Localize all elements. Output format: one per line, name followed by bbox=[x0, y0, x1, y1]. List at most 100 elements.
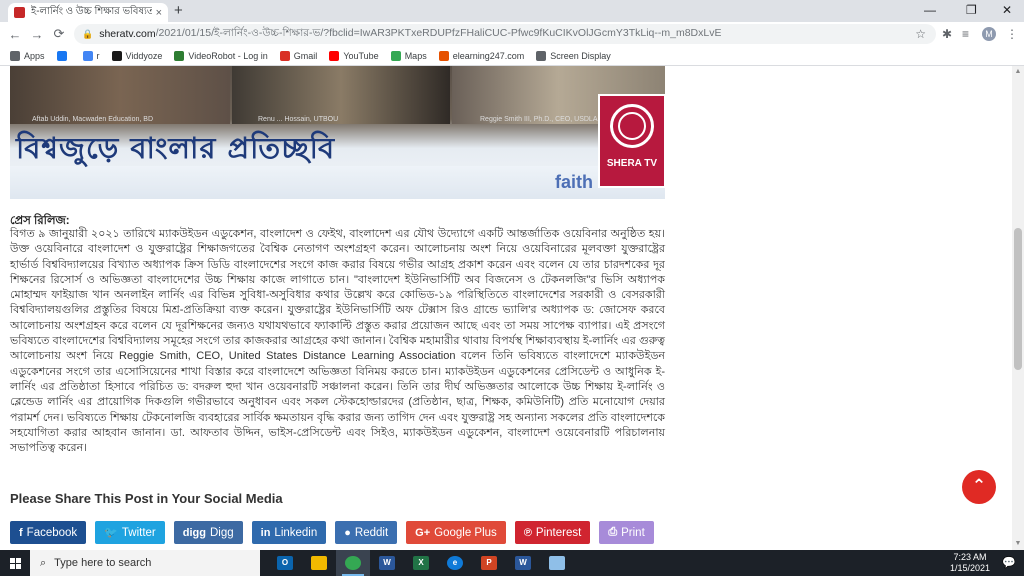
taskbar-app[interactable] bbox=[302, 550, 336, 576]
notification-icon[interactable]: 💬 bbox=[1002, 556, 1016, 569]
taskbar-app[interactable]: P bbox=[472, 550, 506, 576]
reading-list-icon[interactable]: ≡ bbox=[962, 27, 969, 41]
video-caption-1: Aftab Uddin, Macwaden Education, BD bbox=[32, 116, 154, 123]
extensions-icon[interactable]: ✱ bbox=[942, 27, 952, 41]
browser-toolbar: ← → ⟳ 🔒 sheratv.com /2021/01/15/ই-লার্নি… bbox=[0, 22, 1024, 46]
share-digg-button[interactable]: digg Digg bbox=[173, 521, 243, 544]
taskbar-app[interactable]: X bbox=[404, 550, 438, 576]
file-explorer-icon bbox=[311, 556, 327, 570]
bookmark-label: r bbox=[96, 50, 100, 61]
bookmark-favicon-icon bbox=[174, 50, 185, 61]
tab-title: ই-লার্নিং ও উচ্চ শিক্ষার ভবিষ্যত - S bbox=[31, 6, 152, 17]
share-pinterest-button[interactable]: ℗ Pinterest bbox=[514, 521, 591, 544]
url-host: sheratv.com bbox=[99, 28, 156, 40]
new-tab-button[interactable]: + bbox=[174, 2, 183, 19]
linkedin-icon: in bbox=[260, 526, 271, 539]
bookmark-item[interactable]: Screen Display bbox=[536, 50, 611, 61]
bookmark-item[interactable] bbox=[56, 50, 71, 61]
faith-watermark: faith bbox=[555, 172, 593, 192]
menu-kebab-icon[interactable]: ⋮ bbox=[1006, 27, 1018, 41]
google-plus-icon: G+ bbox=[415, 526, 431, 539]
bookmark-favicon-icon bbox=[56, 50, 67, 61]
start-button[interactable] bbox=[0, 550, 30, 576]
excel-icon: X bbox=[413, 556, 429, 570]
bookmark-label: YouTube bbox=[343, 50, 379, 61]
taskbar-search[interactable]: ⌕ Type here to search bbox=[30, 550, 260, 576]
share-label: Twitter bbox=[121, 526, 156, 539]
article-body: বিগত ৯ জানুয়ারী ২০২১ তারিখে ম্যাকউইডন এ… bbox=[10, 228, 665, 455]
taskbar-app[interactable]: W bbox=[370, 550, 404, 576]
powerpoint-icon: P bbox=[481, 556, 497, 570]
paint-icon bbox=[549, 556, 565, 570]
bookmark-favicon-icon bbox=[536, 50, 547, 61]
url-path: /2021/01/15/ই-লার্নিং-ও-উচ্চ-শিক্ষার-ভ/?… bbox=[155, 26, 722, 39]
page-content: Aftab Uddin, Macwaden Education, BD Renu… bbox=[0, 66, 1012, 550]
share-twitter-button[interactable]: 🐦 Twitter bbox=[95, 521, 165, 544]
close-window-button[interactable]: ✕ bbox=[1002, 3, 1012, 17]
share-label: Reddit bbox=[354, 526, 389, 539]
back-button[interactable]: ← bbox=[4, 27, 26, 42]
reload-button[interactable]: ⟳ bbox=[48, 26, 70, 42]
bookmark-item[interactable]: YouTube bbox=[329, 50, 379, 61]
scroll-to-top-button[interactable]: ⌃ bbox=[962, 470, 996, 504]
taskbar-app[interactable]: W bbox=[506, 550, 540, 576]
taskbar-app[interactable] bbox=[540, 550, 574, 576]
taskbar-app[interactable]: e bbox=[438, 550, 472, 576]
hero-image: Aftab Uddin, Macwaden Education, BD Renu… bbox=[10, 66, 665, 199]
twitter-icon: 🐦 bbox=[104, 527, 118, 539]
bookmark-favicon-icon bbox=[82, 50, 93, 61]
bookmark-item[interactable]: VideoRobot - Log in bbox=[174, 50, 268, 61]
bookmark-item[interactable]: Apps bbox=[10, 50, 45, 61]
scroll-up-arrow-icon[interactable]: ▲ bbox=[1012, 66, 1024, 78]
bookmark-item[interactable]: Maps bbox=[390, 50, 427, 61]
bookmark-item[interactable]: Gmail bbox=[279, 50, 317, 61]
word-icon: W bbox=[379, 556, 395, 570]
bookmark-star-icon[interactable]: ☆ bbox=[915, 27, 926, 41]
bookmark-item[interactable]: elearning247.com bbox=[438, 50, 524, 61]
bookmark-label: VideoRobot - Log in bbox=[188, 50, 268, 61]
taskbar-app[interactable]: O bbox=[268, 550, 302, 576]
search-placeholder: Type here to search bbox=[54, 557, 152, 569]
browser-tab[interactable]: ই-লার্নিং ও উচ্চ শিক্ষার ভবিষ্যত - S × bbox=[8, 3, 168, 22]
bookmark-item[interactable]: Viddyoze bbox=[111, 50, 163, 61]
forward-button[interactable]: → bbox=[26, 27, 48, 42]
minimize-button[interactable]: — bbox=[924, 3, 936, 17]
share-label: Digg bbox=[209, 526, 234, 539]
share-google-plus-button[interactable]: G+ Google Plus bbox=[406, 521, 506, 544]
page-scrollbar[interactable]: ▲ ▼ bbox=[1012, 66, 1024, 550]
share-heading: Please Share This Post in Your Social Me… bbox=[10, 491, 283, 506]
bookmark-favicon-icon bbox=[279, 50, 290, 61]
restore-button[interactable]: ❐ bbox=[966, 3, 977, 17]
tab-strip: ই-লার্নিং ও উচ্চ শিক্ষার ভবিষ্যত - S × +… bbox=[0, 0, 1024, 22]
video-caption-3: Reggie Smith III, Ph.D., CEO, USDLA bbox=[480, 116, 598, 123]
share-label: Facebook bbox=[26, 526, 78, 539]
share-buttons: f Facebook 🐦 Twitter digg Digg in Linkedin ● Redd… bbox=[10, 521, 654, 544]
taskbar: ⌕ Type here to search O W Xe P W 7:23 AM 1/1… bbox=[0, 550, 1024, 576]
system-clock[interactable]: 7:23 AM 1/15/2021 bbox=[950, 552, 990, 574]
bookmark-favicon-icon bbox=[438, 50, 449, 61]
share-linkedin-button[interactable]: in Linkedin bbox=[251, 521, 327, 544]
address-bar[interactable]: 🔒 sheratv.com /2021/01/15/ই-লার্নিং-ও-উচ… bbox=[74, 24, 936, 44]
hero-title: বিশ্বজুড়ে বাংলার প্রতিচ্ছবি bbox=[16, 131, 336, 165]
share-label: Google Plus bbox=[434, 526, 497, 539]
scrollbar-thumb[interactable] bbox=[1014, 228, 1022, 370]
bookmark-item[interactable]: r bbox=[82, 50, 100, 61]
lock-icon[interactable]: 🔒 bbox=[82, 29, 93, 40]
share-facebook-button[interactable]: f Facebook bbox=[10, 521, 87, 544]
bookmark-label: Viddyoze bbox=[125, 50, 163, 61]
tab-close-icon[interactable]: × bbox=[156, 7, 162, 19]
profile-avatar[interactable]: M bbox=[982, 27, 996, 41]
bookmarks-bar: Apps r Viddyoze VideoRobot - Log in Gmail You… bbox=[0, 46, 1024, 66]
bookmark-favicon-icon bbox=[329, 50, 340, 61]
share-label: Linkedin bbox=[274, 526, 318, 539]
share-label: Pinterest bbox=[535, 526, 582, 539]
share-print-button[interactable]: ⎙ Print bbox=[599, 521, 654, 544]
bookmark-label: Apps bbox=[24, 50, 45, 61]
print-icon: ⎙ bbox=[608, 526, 618, 538]
bookmark-favicon-icon bbox=[390, 50, 401, 61]
scroll-down-arrow-icon[interactable]: ▼ bbox=[1012, 538, 1024, 550]
share-reddit-button[interactable]: ● Reddit bbox=[335, 521, 398, 544]
bookmark-label: Screen Display bbox=[550, 50, 611, 61]
taskbar-app[interactable] bbox=[336, 550, 370, 576]
shera-tv-logo: SHERA TV bbox=[598, 94, 665, 188]
